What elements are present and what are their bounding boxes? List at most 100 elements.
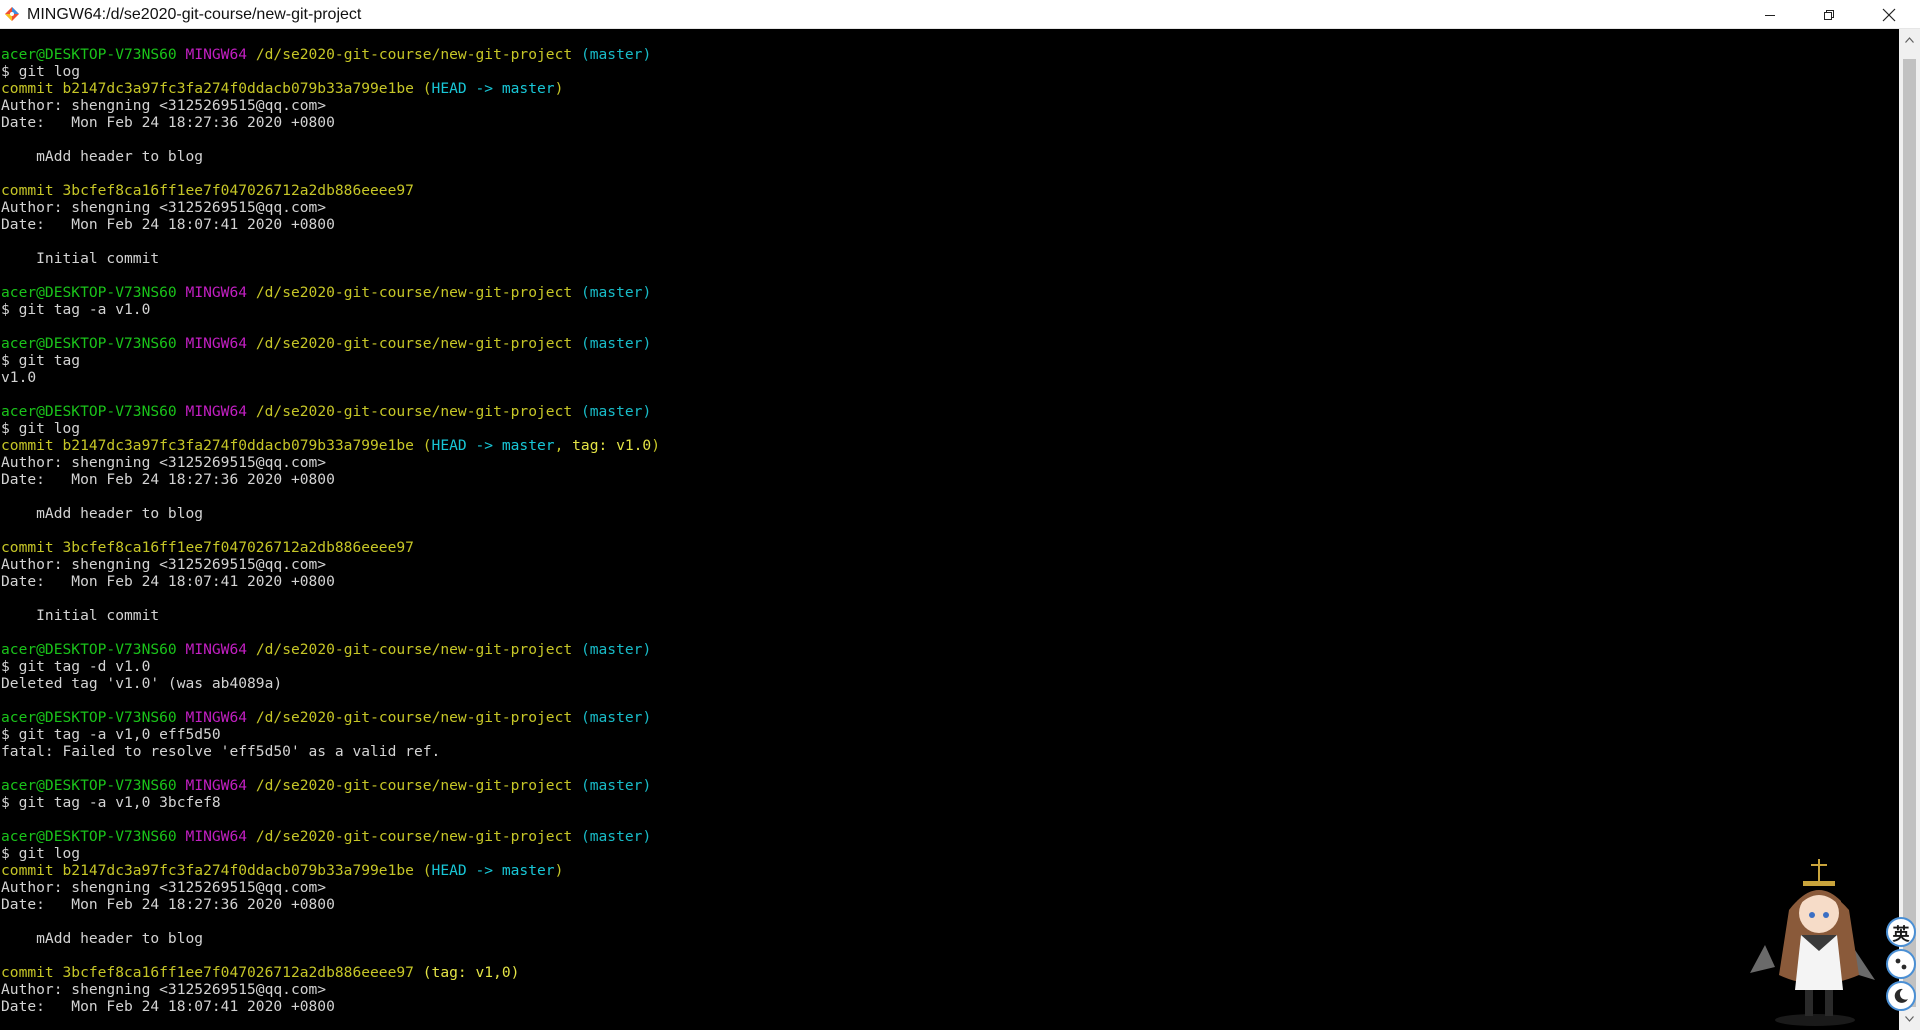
terminal-segment: Date: Mon Feb 24 18:07:41 2020 +0800	[1, 573, 335, 590]
terminal-segment: $ git log	[1, 845, 81, 862]
terminal-line: Date: Mon Feb 24 18:07:41 2020 +0800	[1, 216, 660, 233]
terminal-line: Date: Mon Feb 24 18:27:36 2020 +0800	[1, 896, 660, 913]
terminal-segment	[177, 777, 186, 794]
terminal-segment: commit 3bcfef8ca16ff1ee7f047026712a2db88…	[1, 182, 414, 199]
terminal-line: acer@DESKTOP-V73NS60 MINGW64 /d/se2020-g…	[1, 709, 660, 726]
terminal-segment	[247, 777, 256, 794]
terminal-segment: /d/se2020-git-course/new-git-project	[255, 403, 573, 420]
terminal-segment	[247, 641, 256, 658]
terminal-segment: v1.0	[1, 369, 37, 386]
terminal-segment: HEAD -> master	[431, 80, 555, 97]
minimize-button[interactable]	[1741, 0, 1799, 29]
terminal-line: commit 3bcfef8ca16ff1ee7f047026712a2db88…	[1, 182, 660, 199]
terminal-segment: Deleted tag 'v1.0' (was ab4089a)	[1, 675, 283, 692]
terminal-line: commit b2147dc3a97fc3fa274f0ddacb079b33a…	[1, 862, 660, 879]
terminal-line: Author: shengning <3125269515@qq.com>	[1, 981, 660, 998]
terminal-output[interactable]: acer@DESKTOP-V73NS60 MINGW64 /d/se2020-g…	[0, 29, 1899, 1030]
terminal-segment: (	[422, 862, 432, 879]
terminal-line: mAdd header to blog	[1, 505, 660, 522]
title-bar[interactable]: MINGW64:/d/se2020-git-course/new-git-pro…	[0, 0, 1920, 29]
terminal-segment: commit 3bcfef8ca16ff1ee7f047026712a2db88…	[1, 964, 414, 981]
anime-mascot-icon	[1750, 859, 1875, 1026]
terminal-segment: Initial commit	[1, 607, 160, 624]
terminal-line: acer@DESKTOP-V73NS60 MINGW64 /d/se2020-g…	[1, 335, 660, 352]
terminal-segment: (master)	[580, 284, 652, 301]
terminal-segment: (master)	[580, 777, 652, 794]
terminal-segment: commit b2147dc3a97fc3fa274f0ddacb079b33a…	[1, 80, 414, 97]
terminal-segment: $ git tag -a v1,0 3bcfef8	[1, 794, 221, 811]
ime-punctuation-button[interactable]	[1886, 949, 1916, 979]
terminal-line: Author: shengning <3125269515@qq.com>	[1, 879, 660, 896]
terminal-line: acer@DESKTOP-V73NS60 MINGW64 /d/se2020-g…	[1, 284, 660, 301]
terminal-line: $ git log	[1, 63, 660, 80]
terminal-segment: acer@DESKTOP-V73NS60	[1, 403, 177, 420]
terminal-line: Author: shengning <3125269515@qq.com>	[1, 97, 660, 114]
terminal-line: v1.0	[1, 369, 660, 386]
ime-toolbar[interactable]: 英	[1745, 855, 1920, 1030]
close-button[interactable]	[1860, 0, 1918, 29]
terminal-line: commit 3bcfef8ca16ff1ee7f047026712a2db88…	[1, 964, 660, 981]
half-width-moon-icon	[1894, 988, 1908, 1003]
terminal-segment: (master)	[580, 403, 652, 420]
terminal-segment: tag: v1.0	[572, 437, 652, 454]
terminal-segment	[247, 284, 256, 301]
terminal-segment: acer@DESKTOP-V73NS60	[1, 284, 177, 301]
terminal-segment	[177, 403, 186, 420]
terminal-segment: Author: shengning <3125269515@qq.com>	[1, 454, 327, 471]
terminal-segment: commit 3bcfef8ca16ff1ee7f047026712a2db88…	[1, 539, 414, 556]
terminal-segment	[572, 46, 581, 63]
scroll-up-button[interactable]	[1899, 29, 1920, 51]
terminal-segment: fatal: Failed to resolve 'eff5d50' as a …	[1, 743, 441, 760]
terminal-segment: Author: shengning <3125269515@qq.com>	[1, 556, 327, 573]
terminal-line: Deleted tag 'v1.0' (was ab4089a)	[1, 675, 660, 692]
terminal-segment	[177, 828, 186, 845]
terminal-line: acer@DESKTOP-V73NS60 MINGW64 /d/se2020-g…	[1, 828, 660, 845]
terminal-line: Author: shengning <3125269515@qq.com>	[1, 199, 660, 216]
terminal-segment: $ git log	[1, 63, 81, 80]
terminal-line: fatal: Failed to resolve 'eff5d50' as a …	[1, 743, 660, 760]
terminal-line: commit b2147dc3a97fc3fa274f0ddacb079b33a…	[1, 437, 660, 454]
terminal-line: $ git tag -a v1,0 eff5d50	[1, 726, 660, 743]
terminal-segment	[572, 709, 581, 726]
terminal-segment	[247, 403, 256, 420]
scroll-up-arrow-icon	[1905, 37, 1914, 43]
ime-language-button[interactable]: 英	[1886, 917, 1916, 947]
terminal-line: acer@DESKTOP-V73NS60 MINGW64 /d/se2020-g…	[1, 46, 660, 63]
terminal-segment	[572, 777, 581, 794]
terminal-segment: (master)	[580, 46, 652, 63]
terminal-line: $ git tag -d v1.0	[1, 658, 660, 675]
terminal-segment: mAdd header to blog	[1, 505, 204, 522]
terminal-segment: MINGW64	[185, 709, 248, 726]
minimize-icon	[1765, 14, 1775, 16]
terminal-line: acer@DESKTOP-V73NS60 MINGW64 /d/se2020-g…	[1, 777, 660, 794]
terminal-segment: /d/se2020-git-course/new-git-project	[255, 709, 573, 726]
terminal-line: $ git log	[1, 845, 660, 862]
terminal-segment: /d/se2020-git-course/new-git-project	[255, 335, 573, 352]
terminal-segment: mAdd header to blog	[1, 930, 204, 947]
terminal-segment	[247, 828, 256, 845]
terminal-segment: (master)	[580, 709, 652, 726]
ime-width-mode-button[interactable]	[1886, 981, 1916, 1011]
terminal-segment: acer@DESKTOP-V73NS60	[1, 709, 177, 726]
restore-button[interactable]	[1800, 0, 1858, 29]
terminal-segment: commit b2147dc3a97fc3fa274f0ddacb079b33a…	[1, 862, 414, 879]
terminal-segment	[247, 709, 256, 726]
terminal-segment: commit b2147dc3a97fc3fa274f0ddacb079b33a…	[1, 437, 414, 454]
terminal-line: Initial commit	[1, 607, 660, 624]
terminal-segment: Author: shengning <3125269515@qq.com>	[1, 199, 327, 216]
terminal-segment: acer@DESKTOP-V73NS60	[1, 335, 177, 352]
terminal-lines: acer@DESKTOP-V73NS60 MINGW64 /d/se2020-g…	[1, 46, 660, 1015]
terminal-segment: MINGW64	[185, 284, 248, 301]
terminal-segment: HEAD -> master	[431, 862, 555, 879]
terminal-segment: )	[554, 862, 564, 879]
terminal-segment	[414, 862, 423, 879]
terminal-segment: MINGW64	[185, 828, 248, 845]
